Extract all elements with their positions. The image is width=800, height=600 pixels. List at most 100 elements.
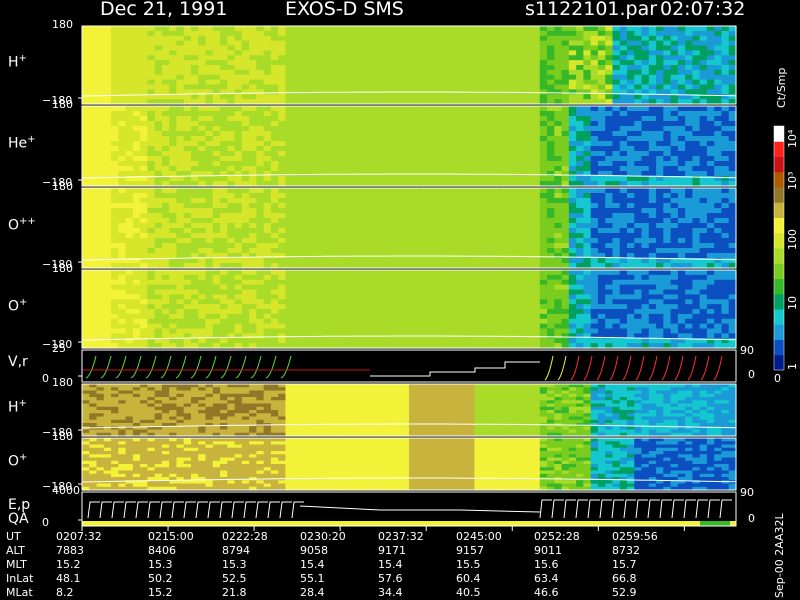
spectrogram-cell <box>256 333 265 339</box>
spectrogram-cell <box>387 94 396 100</box>
spectrogram-cell <box>89 193 98 199</box>
spectrogram-cell <box>198 60 207 66</box>
spectrogram-cell <box>314 248 323 254</box>
spectrogram-cell <box>169 309 178 315</box>
spectrogram-cell <box>597 55 606 61</box>
spectrogram-cell <box>467 79 475 86</box>
spectrogram-cell <box>394 228 403 234</box>
spectrogram-cell <box>518 136 526 142</box>
spectrogram-cell <box>518 126 526 132</box>
spectrogram-cell <box>452 116 461 122</box>
spectrogram-cell <box>568 141 577 147</box>
spectrogram-cell <box>503 188 512 194</box>
spectrogram-cell <box>161 284 170 291</box>
spectrogram-cell <box>387 166 396 172</box>
spectrogram-cell <box>103 35 112 42</box>
spectrogram-cell <box>721 218 730 224</box>
spectrogram-cell <box>387 161 396 167</box>
spectrogram-cell <box>147 121 156 127</box>
spectrogram-cell <box>89 208 98 214</box>
spectrogram-cell <box>125 151 134 157</box>
spectrogram-cell <box>161 318 170 325</box>
spectrogram-cell <box>89 258 98 264</box>
spectrogram-cell <box>706 30 715 37</box>
spectrogram-cell <box>161 126 170 132</box>
spectrogram-cell <box>205 116 214 122</box>
spectrogram-cell <box>205 188 214 194</box>
spectrogram-cell <box>634 233 643 239</box>
spectrogram-cell <box>125 141 134 147</box>
spectrogram-cell <box>300 94 308 100</box>
spectrogram-cell <box>300 151 308 157</box>
spectrogram-cell <box>249 111 257 117</box>
spectrogram-cell <box>220 188 228 194</box>
spectrogram-cell <box>474 176 483 182</box>
spectrogram-cell <box>161 40 170 47</box>
spectrogram-cell <box>699 213 708 219</box>
spectrogram-cell <box>685 79 693 86</box>
spectrogram-cell <box>140 55 148 61</box>
spectrogram-cell <box>554 50 563 56</box>
spectrogram-cell <box>220 270 228 276</box>
spectrogram-cell <box>677 248 686 254</box>
spectrogram-cell <box>699 60 708 66</box>
spectrogram-cell <box>547 146 555 152</box>
spectrogram-cell <box>176 45 185 51</box>
spectrogram-cell <box>583 89 592 95</box>
spectrogram-cell <box>147 203 156 209</box>
spectrogram-cell <box>488 45 497 51</box>
spectrogram-cell <box>278 171 287 177</box>
spectrogram-cell <box>198 323 207 330</box>
spectrogram-cell <box>554 106 563 112</box>
spectrogram-cell <box>663 60 672 66</box>
spectrogram-cell <box>445 26 454 32</box>
spectrogram-cell <box>307 40 316 47</box>
spectrogram-cell <box>278 151 287 157</box>
spectrogram-cell <box>191 248 199 254</box>
spectrogram-cell <box>525 141 534 147</box>
spectrogram-cell <box>270 161 279 167</box>
spectrogram-cell <box>300 233 308 239</box>
spectrogram-cell <box>656 141 664 147</box>
spectrogram-cell <box>619 45 628 51</box>
spectrogram-cell <box>568 45 577 51</box>
spectrogram-cell <box>263 60 272 66</box>
spectrogram-cell <box>706 111 715 117</box>
spectrogram-cell <box>132 328 141 334</box>
spectrogram-cell <box>561 94 570 100</box>
spectrogram-cell <box>343 213 352 219</box>
spectrogram-cell <box>278 121 287 127</box>
spectrogram-cell <box>321 26 330 32</box>
spectrogram-cell <box>336 284 345 291</box>
spectrogram-cell <box>496 243 505 249</box>
spectrogram-cell <box>161 106 170 112</box>
spectrogram-cell <box>82 309 90 315</box>
spectrogram-cell <box>634 136 643 142</box>
spectrogram-cell <box>372 26 381 32</box>
spectrogram-cell <box>336 203 345 209</box>
spectrogram-cell <box>510 79 519 86</box>
spectrogram-cell <box>379 30 388 37</box>
spectrogram-cell <box>256 233 265 239</box>
spectrogram-cell <box>525 74 534 81</box>
spectrogram-cell <box>663 131 672 137</box>
spectrogram-cell <box>387 218 396 224</box>
spectrogram-cell <box>692 116 701 122</box>
spectrogram-cell <box>401 30 410 37</box>
spectrogram-cell <box>438 258 446 264</box>
spectrogram-cell <box>430 248 439 254</box>
spectrogram-cell <box>300 213 308 219</box>
spectrogram-cell <box>227 243 236 249</box>
spectrogram-cell <box>496 156 505 162</box>
spectrogram-cell <box>176 323 185 330</box>
spectrogram-cell <box>270 188 279 194</box>
spectrogram-cell <box>249 161 257 167</box>
spectrogram-cell <box>401 166 410 172</box>
spectrogram-cell <box>656 166 664 172</box>
spectrogram-cell <box>648 233 657 239</box>
spectrogram-cell <box>300 203 308 209</box>
spectrogram-cell <box>140 203 148 209</box>
spectrogram-cell <box>169 116 178 122</box>
spectrogram-cell <box>285 50 294 56</box>
spectrogram-cell <box>147 111 156 117</box>
